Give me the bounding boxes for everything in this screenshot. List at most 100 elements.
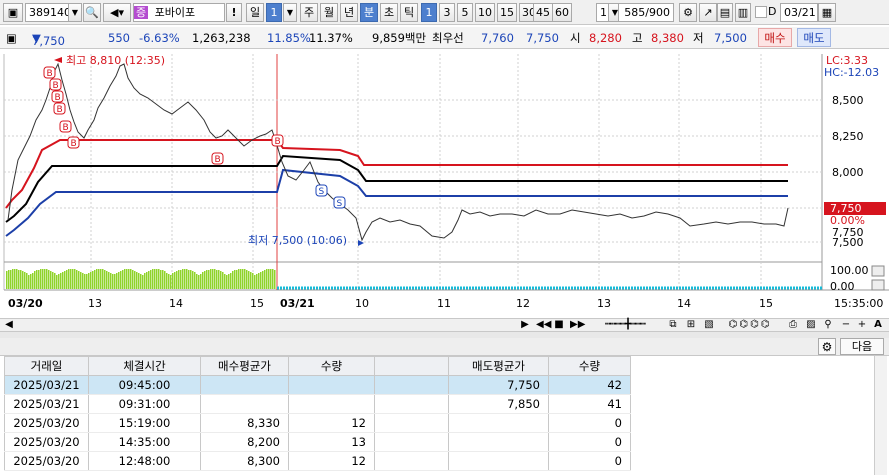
volume-bar (184, 269, 186, 289)
volume-bar (96, 269, 98, 289)
buy-marker-label: B (275, 137, 281, 147)
volume-bar (64, 271, 66, 289)
layout-icon[interactable]: ▥ (735, 3, 751, 22)
volume-bar (132, 270, 134, 289)
volume-bar (100, 269, 102, 289)
volume-bar (78, 271, 80, 289)
date-input[interactable]: 03/21 (780, 3, 818, 22)
range-field[interactable]: 585/900 (618, 3, 674, 22)
scroll-left-icon[interactable]: ◀ (4, 319, 14, 331)
copy-icon[interactable]: ⧉ (666, 319, 680, 331)
volume-bar (160, 270, 162, 289)
volume-bar (36, 270, 38, 289)
table-row[interactable]: 2025/03/21 09:31:00 7,850 41 (4, 394, 631, 414)
zoom-search-icon[interactable]: ⚲ (822, 319, 834, 331)
interval-15-button[interactable]: 15 (497, 3, 517, 22)
sell-marker-label: S (337, 199, 343, 209)
table-row[interactable]: 2025/03/20 15:19:00 8,330 12 0 (4, 413, 631, 433)
scroll-right-icon[interactable]: ▶ (520, 319, 530, 331)
interval-5-button[interactable]: 5 (457, 3, 473, 22)
code-dropdown-icon[interactable]: ▼ (68, 3, 82, 22)
volume-bar (252, 273, 254, 289)
volume-bar (226, 275, 228, 289)
volume-bar (264, 270, 266, 289)
volume-bar (208, 270, 210, 289)
volume-bar (166, 273, 168, 289)
volume-bar (270, 269, 272, 289)
volume-bar (218, 270, 220, 289)
interval-10-button[interactable]: 10 (475, 3, 495, 22)
save-icon[interactable]: ▤ (717, 3, 733, 22)
zoom-slider[interactable]: ┅┅┅┅╋┅┅┅ (590, 319, 660, 331)
volume-bar (26, 273, 28, 289)
grid-icon[interactable]: ⊞ (684, 319, 698, 331)
volume-bar (110, 273, 112, 289)
cell-trade-date: 2025/03/21 (4, 394, 89, 414)
period-tick-button[interactable]: 틱 (400, 3, 418, 22)
volume-bar (134, 271, 136, 289)
volume-bar (88, 273, 90, 289)
table-row[interactable]: 2025/03/21 09:45:00 7,750 42 (4, 375, 631, 395)
period-value-field[interactable]: 1 (266, 3, 282, 22)
calendar-icon[interactable]: ▦ (818, 3, 836, 22)
image-icon[interactable]: ▧ (702, 319, 716, 331)
volume-bar (232, 271, 234, 289)
sell-button[interactable]: 매도 (797, 28, 831, 47)
date-checkbox-label: D (768, 5, 777, 18)
low-label: 저 (693, 31, 704, 45)
alert-button[interactable]: ! (226, 3, 242, 22)
interval-60-button[interactable]: 60 (552, 3, 572, 22)
period-dropdown-icon[interactable]: ▼ (283, 3, 297, 22)
zoom-out-icon[interactable]: − (840, 319, 852, 331)
panel-toggle-icon-2[interactable] (871, 279, 885, 291)
period-month-button[interactable]: 월 (320, 3, 338, 22)
x-label-15b: 15 (759, 297, 773, 310)
interval-1-button[interactable]: 1 (421, 3, 437, 22)
interval-3-button[interactable]: 3 (439, 3, 455, 22)
panel-toggle-icon[interactable] (871, 265, 885, 277)
price-chart[interactable]: BBBBBBBBSS 최고 8,810 (12:35) 최저 7,500 (10… (0, 50, 889, 318)
table-row[interactable]: 2025/03/20 14:35:00 8,200 13 0 (4, 432, 631, 452)
chart-icon[interactable]: ▨ (804, 319, 818, 331)
period-year-button[interactable]: 년 (340, 3, 358, 22)
zoom-in-icon[interactable]: + (856, 319, 868, 331)
chart-settings-icon[interactable]: ⚙ (679, 3, 697, 22)
volume-value: 1,263,238 (192, 31, 251, 45)
period-week-button[interactable]: 주 (300, 3, 318, 22)
stop-icon[interactable]: ■ (553, 319, 565, 331)
tools-icon[interactable]: ⌬⌬⌬⌬ (720, 319, 780, 331)
volume-bar (46, 269, 48, 289)
current-pct-tag: 0.00% (830, 214, 865, 227)
window-icon[interactable]: ▣ (3, 3, 23, 22)
period-day-button[interactable]: 일 (246, 3, 264, 22)
panel-gear-icon[interactable]: ⚙ (818, 338, 836, 355)
period-second-button[interactable]: 초 (380, 3, 398, 22)
date-checkbox[interactable] (755, 6, 767, 18)
stock-name-field[interactable]: 증 포바이포 (133, 3, 225, 22)
chart-area[interactable]: BBBBBBBBSS 최고 8,810 (12:35) 최저 7,500 (10… (0, 50, 889, 318)
volume-bar (240, 269, 242, 289)
panel-scrollbar[interactable] (874, 356, 887, 475)
rewind-icon[interactable]: ◀◀ (536, 319, 551, 331)
interval-45-button[interactable]: 45 (533, 3, 553, 22)
table-row[interactable]: 2025/03/20 12:48:00 8,300 12 0 (4, 451, 631, 471)
forward-icon[interactable]: ▶▶ (570, 319, 585, 331)
font-size-icon[interactable]: A (872, 319, 884, 331)
period-minute-button[interactable]: 분 (360, 3, 378, 22)
speaker-icon[interactable]: ◀▾ (103, 3, 131, 22)
search-icon[interactable]: 🔍 (83, 3, 101, 22)
cell-exec-time: 09:45:00 (88, 375, 201, 395)
buy-button[interactable]: 매수 (758, 28, 792, 47)
volume-bar (8, 270, 10, 289)
cell-buy-avg: 8,200 (200, 432, 289, 452)
next-button[interactable]: 다음 (840, 338, 884, 355)
volume-bar (74, 269, 76, 289)
buy-marker-label: B (53, 81, 59, 91)
volume-bar (126, 269, 128, 289)
volume-bar (216, 270, 218, 289)
volume-bar (130, 269, 132, 289)
print-icon[interactable]: ⎙ (786, 319, 800, 331)
toolbar: ▣ 389140 ▼ 🔍 ◀▾ 증 포바이포 ! 일 1 ▼ 주 월 년 분 초… (0, 0, 889, 25)
trend-icon[interactable]: ↗ (699, 3, 717, 22)
volume-bar (116, 273, 118, 289)
